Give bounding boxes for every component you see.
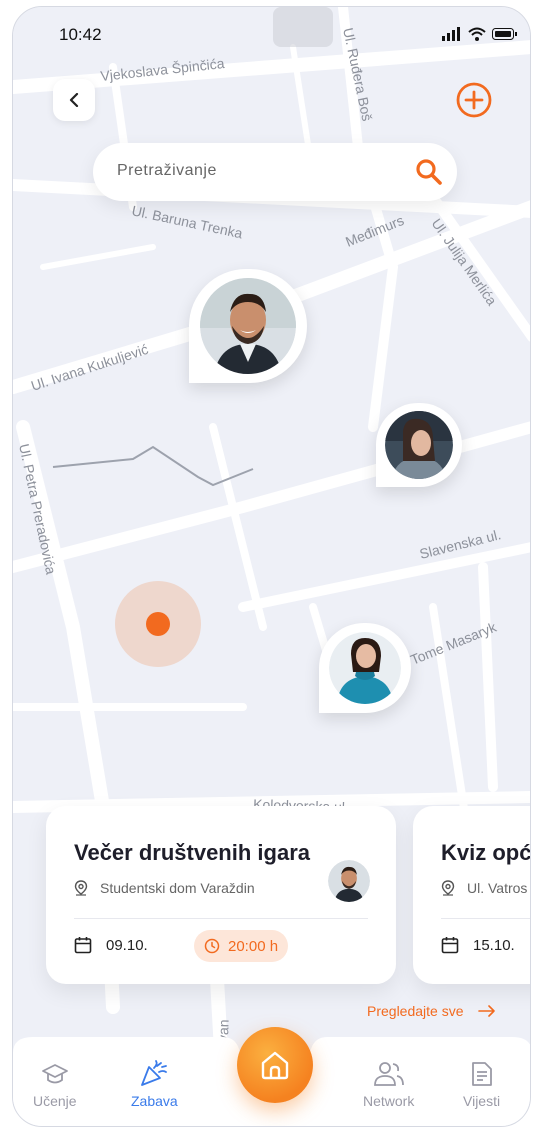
phone-screen: Vjekoslava Špinčića Ul. Ruđera Boš Ul. B…	[12, 6, 531, 1127]
tab-ucenje[interactable]: Učenje	[33, 1063, 77, 1109]
see-all-label: Pregledajte sve	[367, 1003, 464, 1019]
event-card[interactable]: Večer društvenih igara Studentski dom Va…	[46, 806, 396, 984]
status-bar: 10:42	[13, 7, 530, 57]
map-pin-user[interactable]	[189, 269, 307, 383]
search-input[interactable]: Pretraživanje	[117, 162, 217, 180]
arrow-right-icon	[477, 1005, 495, 1017]
current-location-marker[interactable]	[146, 612, 170, 636]
organizer-avatar	[328, 860, 370, 902]
graduation-cap-icon	[41, 1064, 68, 1084]
back-button[interactable]	[53, 79, 95, 121]
avatar	[385, 411, 453, 479]
event-card[interactable]: Kviz opće Ul. Vatros 15.10.	[413, 806, 531, 984]
event-location-text: Studentski dom Varaždin	[100, 880, 255, 896]
event-time-badge: 20:00 h	[194, 930, 289, 962]
tab-label: Učenje	[33, 1093, 77, 1109]
avatar	[200, 278, 296, 374]
location-pin-icon	[74, 880, 88, 896]
clock-icon	[204, 938, 220, 954]
chevron-left-icon	[69, 93, 79, 107]
calendar-icon	[441, 937, 459, 954]
people-icon	[373, 1062, 404, 1086]
divider	[74, 918, 368, 919]
home-button[interactable]	[237, 1027, 313, 1103]
divider	[441, 918, 530, 919]
avatar	[328, 860, 370, 902]
tab-network[interactable]: Network	[363, 1061, 414, 1109]
tab-label: Network	[363, 1093, 415, 1109]
event-location: Studentski dom Varaždin	[74, 880, 255, 896]
event-date-text: 15.10.	[473, 936, 515, 954]
search-bar[interactable]: Pretraživanje	[93, 143, 457, 201]
avatar	[329, 632, 401, 704]
event-title: Kviz opće	[441, 840, 531, 865]
event-date: 09.10.	[74, 936, 148, 954]
tab-vijesti[interactable]: Vijesti	[463, 1061, 500, 1109]
event-title: Večer društvenih igara	[74, 840, 310, 865]
tab-zabava[interactable]: Zabava	[131, 1059, 178, 1109]
status-time: 10:42	[59, 25, 102, 44]
see-all-link[interactable]: Pregledajte sve	[367, 1003, 496, 1019]
wifi-icon	[468, 27, 486, 41]
home-icon	[261, 1051, 289, 1080]
calendar-icon	[74, 937, 92, 954]
tab-label: Zabava	[131, 1093, 178, 1109]
event-date: 15.10.	[441, 936, 515, 954]
signal-icon	[442, 27, 460, 41]
map-pin-user[interactable]	[376, 403, 462, 487]
party-popper-icon	[141, 1060, 168, 1086]
document-icon	[471, 1062, 492, 1086]
event-location: Ul. Vatros	[441, 880, 527, 896]
event-date-text: 09.10.	[106, 936, 148, 954]
search-icon[interactable]	[415, 158, 443, 186]
map-pin-user[interactable]	[319, 623, 411, 713]
tab-label: Vijesti	[463, 1093, 501, 1109]
plus-circle-icon	[456, 82, 492, 118]
location-pin-icon	[441, 880, 455, 896]
battery-icon	[492, 28, 517, 40]
event-time-text: 20:00 h	[228, 937, 279, 955]
status-icons	[442, 27, 518, 41]
add-button[interactable]	[455, 81, 493, 119]
event-location-text: Ul. Vatros	[467, 880, 528, 896]
